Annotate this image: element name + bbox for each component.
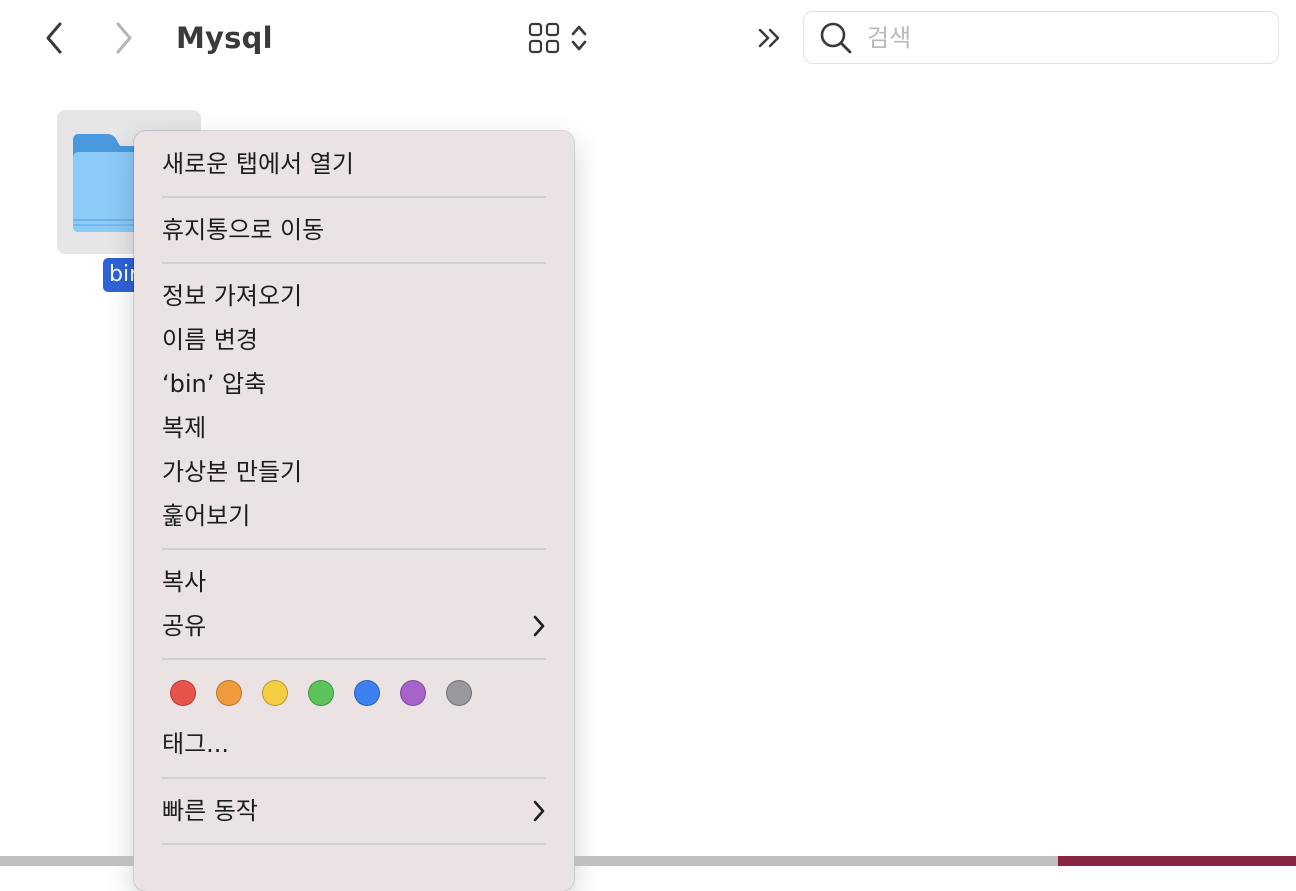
forward-button[interactable] xyxy=(104,18,144,58)
menu-item-rename[interactable]: 이름 변경 xyxy=(162,320,546,360)
context-menu: 새로운 탭에서 열기 휴지통으로 이동 정보 가져오기 이름 변경 ‘bin’ … xyxy=(134,131,574,891)
menu-separator xyxy=(162,262,546,264)
menu-item-duplicate[interactable]: 복제 xyxy=(162,408,546,448)
menu-item-copy[interactable]: 복사 xyxy=(162,562,546,602)
desktop-background-strip xyxy=(1058,856,1296,866)
menu-item-share[interactable]: 공유 xyxy=(162,606,546,646)
menu-separator xyxy=(162,196,546,198)
menu-item-open-new-tab[interactable]: 새로운 탭에서 열기 xyxy=(162,144,546,184)
tag-green[interactable] xyxy=(308,680,334,706)
toolbar: Mysql xyxy=(0,0,1296,80)
menu-separator xyxy=(162,658,546,660)
chevron-left-icon xyxy=(46,22,62,54)
chevron-right-icon xyxy=(116,22,132,54)
tag-orange[interactable] xyxy=(216,680,242,706)
search-icon xyxy=(819,20,855,56)
tag-purple[interactable] xyxy=(400,680,426,706)
window-title: Mysql xyxy=(176,21,273,55)
chevron-up-down-icon xyxy=(571,25,587,51)
tag-yellow[interactable] xyxy=(262,680,288,706)
search-field[interactable] xyxy=(803,11,1279,64)
menu-item-tags[interactable]: 태그... xyxy=(162,724,546,764)
menu-item-compress[interactable]: ‘bin’ 압축 xyxy=(162,364,546,404)
double-chevron-right-icon xyxy=(758,28,780,48)
window-bottom-edge xyxy=(574,856,1058,866)
submenu-chevron-icon xyxy=(533,800,545,822)
menu-separator xyxy=(162,777,546,779)
submenu-chevron-icon xyxy=(533,615,545,637)
window-bottom-edge xyxy=(0,856,134,866)
menu-item-quick-look[interactable]: 훑어보기 xyxy=(162,496,546,536)
search-input[interactable] xyxy=(865,22,1269,53)
grid-view-icon xyxy=(528,22,560,54)
tag-blue[interactable] xyxy=(354,680,380,706)
menu-item-quick-actions[interactable]: 빠른 동작 xyxy=(162,791,546,831)
tag-gray[interactable] xyxy=(446,680,472,706)
menu-item-label: 공유 xyxy=(162,612,207,640)
view-mode-button[interactable] xyxy=(528,18,588,58)
menu-item-make-alias[interactable]: 가상본 만들기 xyxy=(162,452,546,492)
menu-item-move-to-trash[interactable]: 휴지통으로 이동 xyxy=(162,210,546,250)
back-button[interactable] xyxy=(34,18,74,58)
menu-separator xyxy=(162,548,546,550)
menu-separator xyxy=(162,843,546,845)
tag-color-row xyxy=(170,680,472,708)
tag-red[interactable] xyxy=(170,680,196,706)
toolbar-overflow-button[interactable] xyxy=(752,18,788,58)
menu-item-get-info[interactable]: 정보 가져오기 xyxy=(162,276,546,316)
menu-item-label: 빠른 동작 xyxy=(162,797,258,825)
